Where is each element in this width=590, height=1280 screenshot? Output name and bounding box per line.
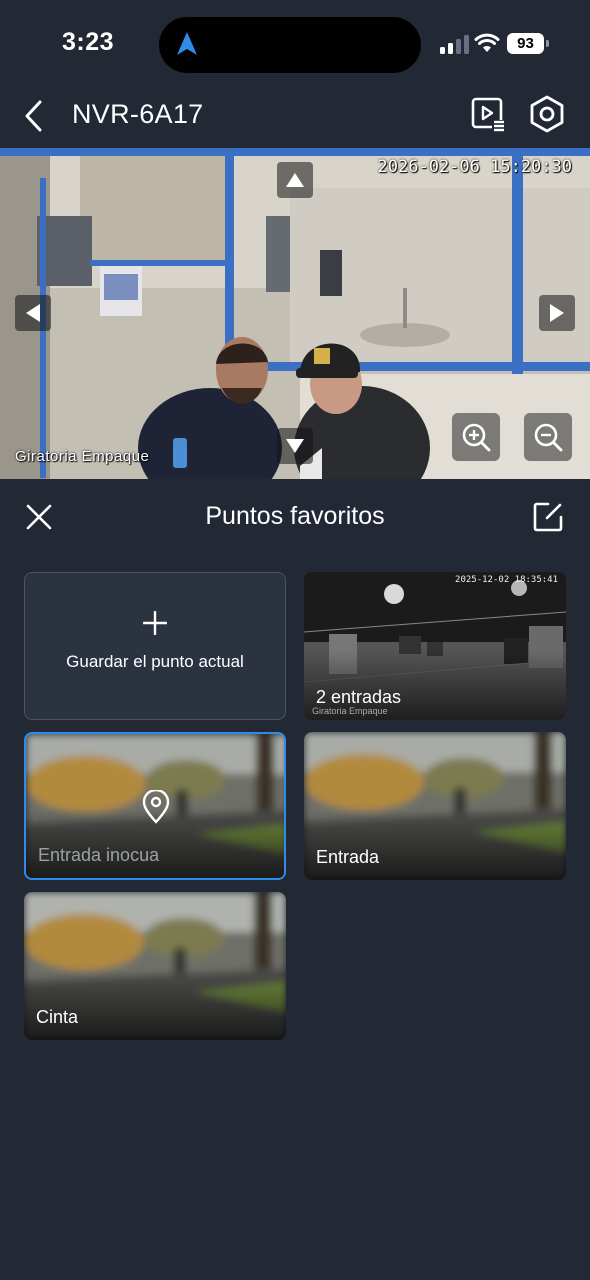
preset-card-cinta[interactable]: Cinta	[24, 892, 286, 1040]
preset-label: Cinta	[36, 1007, 79, 1027]
preset-label: Entrada	[316, 847, 380, 867]
device-title: NVR-6A17	[72, 99, 204, 129]
preset-thumbnail-timestamp: 2025-12-02 18:35:41	[455, 575, 558, 585]
preset-card-2-entradas[interactable]: 2025-12-02 18:35:41 Giratoria Empaque 2 …	[304, 572, 566, 720]
cellular-signal-icon	[440, 34, 470, 54]
triangle-left-icon	[26, 304, 40, 322]
video-timestamp: 2026-02-06 15:20:30	[377, 157, 572, 177]
triangle-right-icon	[550, 304, 564, 322]
zoom-out-icon	[534, 423, 563, 452]
zoom-in-button[interactable]	[452, 413, 500, 461]
app-header: NVR-6A17	[0, 88, 590, 148]
status-time: 3:23	[62, 28, 115, 56]
settings-hexagon-icon[interactable]	[527, 94, 567, 134]
ptz-down-button[interactable]	[277, 428, 313, 464]
preset-label: 2 entradas	[316, 687, 402, 707]
location-pin-icon	[142, 790, 170, 824]
battery-indicator: 93	[507, 33, 549, 54]
ptz-up-button[interactable]	[277, 162, 313, 198]
ptz-right-button[interactable]	[539, 295, 575, 331]
preset-label: Entrada inocua	[38, 845, 160, 865]
dynamic-island	[159, 17, 421, 73]
panel-title: Puntos favoritos	[205, 502, 385, 530]
live-video-view[interactable]: 2026-02-06 15:20:30 Giratoria Empaque	[0, 148, 590, 479]
status-bar: 3:23 93	[0, 0, 590, 88]
wifi-icon	[474, 33, 500, 52]
preset-card-entrada[interactable]: Entrada	[304, 732, 566, 880]
save-current-preset-label: Guardar el punto actual	[66, 652, 244, 671]
playback-icon[interactable]	[470, 96, 506, 132]
zoom-in-icon	[462, 423, 491, 452]
location-arrow-icon	[177, 32, 197, 55]
zoom-out-button[interactable]	[524, 413, 572, 461]
preset-card-entrada-inocua[interactable]: Entrada inocua	[24, 732, 286, 880]
ptz-left-button[interactable]	[15, 295, 51, 331]
triangle-up-icon	[286, 173, 304, 187]
favorites-panel-header: Puntos favoritos	[0, 480, 590, 554]
triangle-down-icon	[286, 439, 304, 453]
plus-icon	[143, 611, 167, 635]
back-chevron-icon[interactable]	[18, 96, 50, 136]
camera-name-overlay: Giratoria Empaque	[15, 448, 150, 465]
edit-icon[interactable]	[531, 500, 565, 534]
save-current-preset-button[interactable]: Guardar el punto actual	[24, 572, 286, 720]
